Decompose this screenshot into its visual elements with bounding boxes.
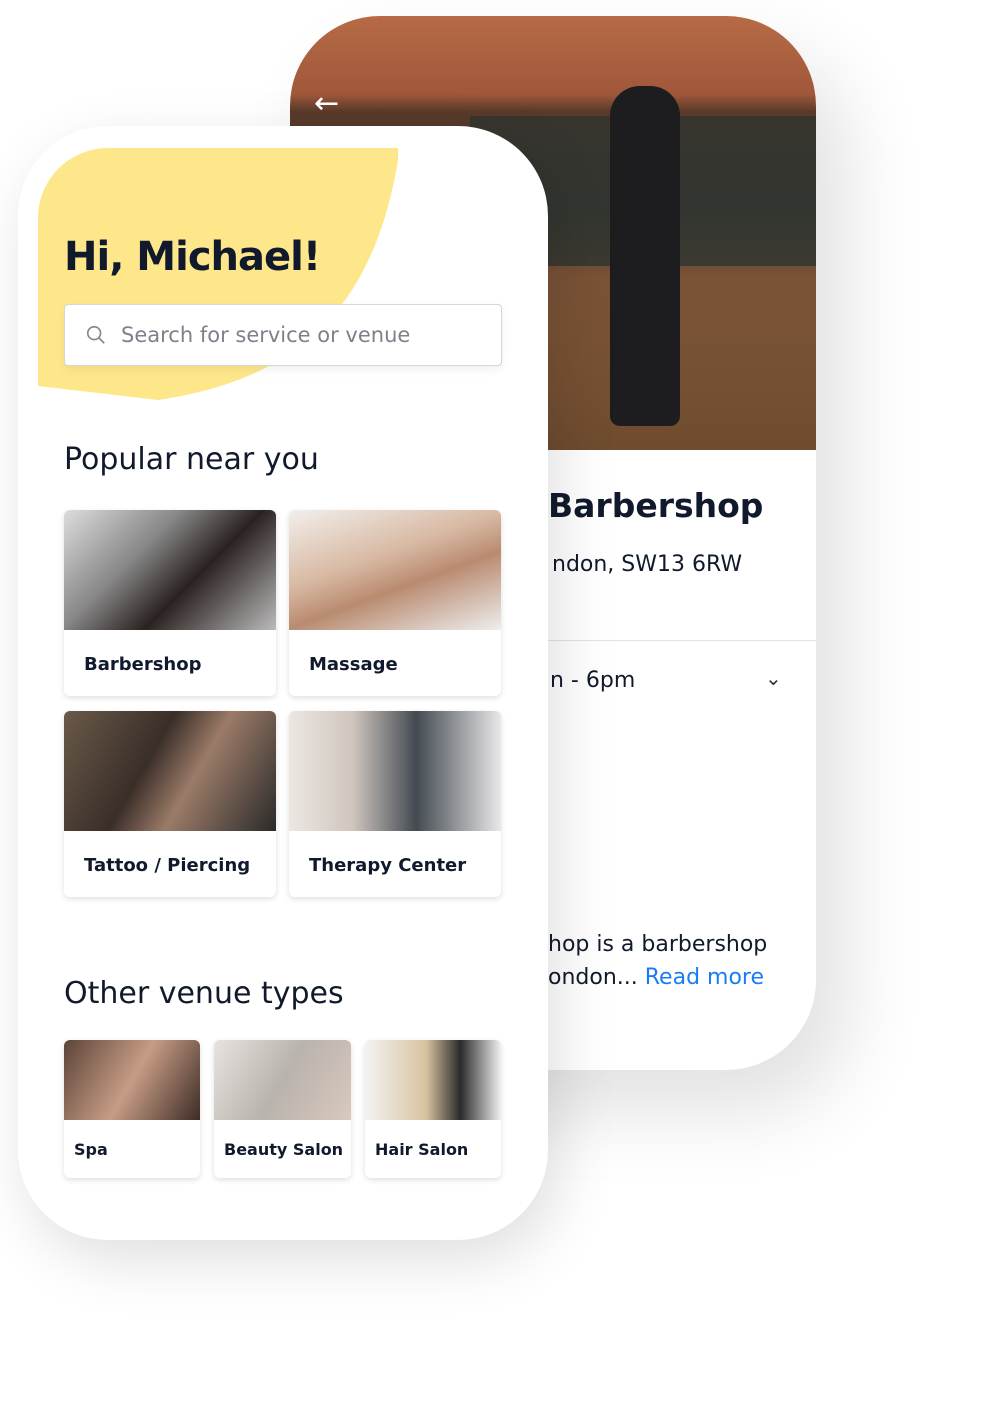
venue-type-hair-salon[interactable]: Hair Salon: [365, 1040, 501, 1178]
card-label: Massage: [309, 653, 398, 675]
card-label: Spa: [74, 1139, 108, 1159]
desc-line-1: hop is a barbershop: [548, 932, 768, 957]
search-icon: [86, 325, 105, 344]
search-field[interactable]: [64, 304, 502, 366]
search-input[interactable]: [121, 323, 481, 347]
barbershop-image: [64, 510, 276, 630]
category-card-therapy[interactable]: Therapy Center: [289, 711, 501, 897]
card-label: Therapy Center: [309, 854, 467, 876]
therapy-image: [289, 711, 501, 831]
category-card-tattoo[interactable]: Tattoo / Piercing: [64, 711, 276, 897]
opening-hours[interactable]: n - 6pm: [550, 668, 635, 693]
card-label: Tattoo / Piercing: [84, 854, 251, 876]
home-screen: Hi, Michael! Popular near you Barbershop…: [18, 126, 548, 1240]
popular-heading: Popular near you: [64, 442, 319, 477]
other-heading: Other venue types: [64, 976, 344, 1011]
card-label: Beauty Salon: [224, 1139, 344, 1159]
card-label: Hair Salon: [375, 1139, 469, 1159]
hair-salon-image: [365, 1040, 501, 1120]
category-card-barbershop[interactable]: Barbershop: [64, 510, 276, 696]
beauty-salon-image: [214, 1040, 351, 1120]
massage-image: [289, 510, 501, 630]
venue-title: Barbershop: [548, 486, 764, 525]
greeting: Hi, Michael!: [64, 234, 321, 280]
venue-type-spa[interactable]: Spa: [64, 1040, 200, 1178]
card-label: Barbershop: [84, 653, 202, 675]
venue-description: hop is a barbershop ondon... Read more: [548, 928, 767, 994]
venue-address: ndon, SW13 6RW: [552, 552, 743, 577]
read-more-link[interactable]: Read more: [645, 965, 764, 990]
tattoo-image: [64, 711, 276, 831]
category-card-massage[interactable]: Massage: [289, 510, 501, 696]
chevron-down-icon[interactable]: ⌄: [765, 666, 782, 690]
desc-line-2: ondon...: [548, 965, 645, 990]
venue-type-beauty-salon[interactable]: Beauty Salon: [214, 1040, 351, 1178]
arrow-left-icon[interactable]: ←: [314, 86, 339, 121]
spa-image: [64, 1040, 200, 1120]
